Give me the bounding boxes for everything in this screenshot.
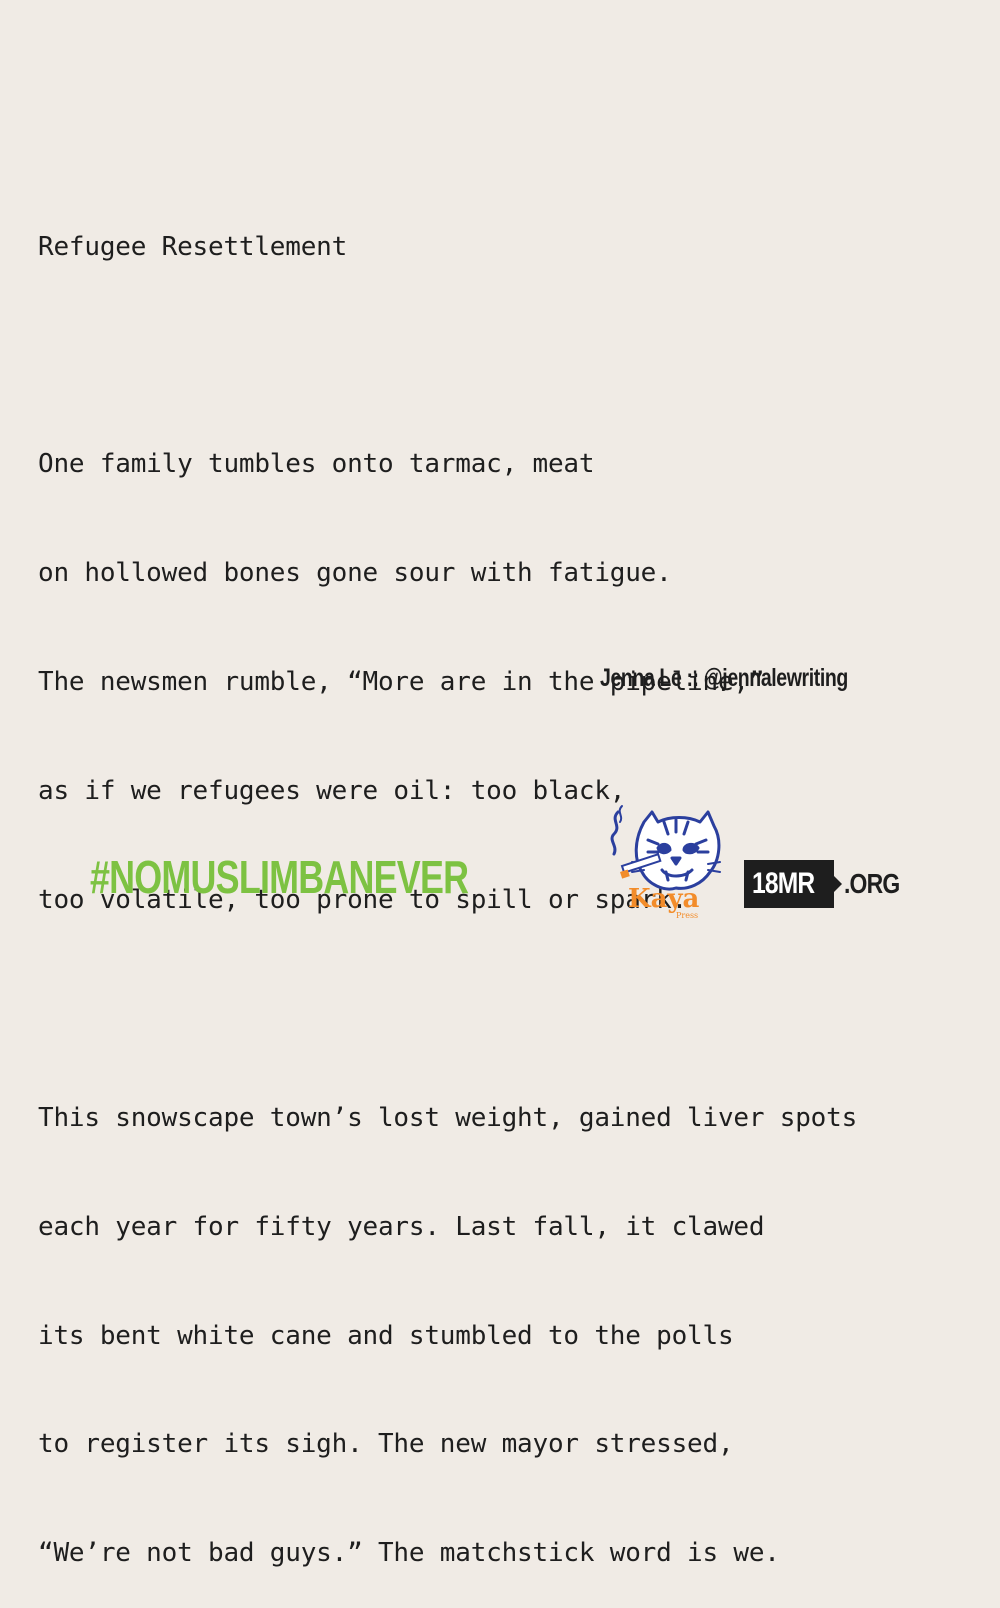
- kaya-wordmark: Kaya: [628, 884, 700, 914]
- poem-title: Refugee Resettlement: [38, 231, 348, 262]
- stanza-gap: [38, 991, 968, 1027]
- hashtag: #NOMUSLIMBANEVER: [90, 851, 469, 903]
- 18mr-notch: [834, 876, 843, 892]
- poem-line: on hollowed bones gone sour with fatigue…: [38, 558, 672, 589]
- poem-line: its bent white cane and stumbled to the …: [38, 1320, 734, 1351]
- poem-line: “We’re not bad guys.” The matchstick wor…: [38, 1538, 780, 1569]
- poem-line: One family tumbles onto tarmac, meat: [38, 449, 595, 480]
- poem-line: to register its sigh. The new mayor stre…: [38, 1429, 734, 1460]
- stanza-gap: [38, 337, 968, 373]
- poem-line: each year for fifty years. Last fall, it…: [38, 1211, 765, 1242]
- 18mr-logo: 18MR .ORG: [744, 860, 912, 908]
- 18mr-box: 18MR: [744, 860, 835, 908]
- author-attribution: Jenna Le :: @jennalewriting: [600, 664, 848, 692]
- 18mr-org-suffix: .ORG: [844, 868, 900, 899]
- poem-line: as if we refugees were oil: too black,: [38, 776, 626, 807]
- kaya-press-label: Press: [676, 911, 699, 920]
- poem-line: This snowscape town’s lost weight, gaine…: [38, 1102, 858, 1133]
